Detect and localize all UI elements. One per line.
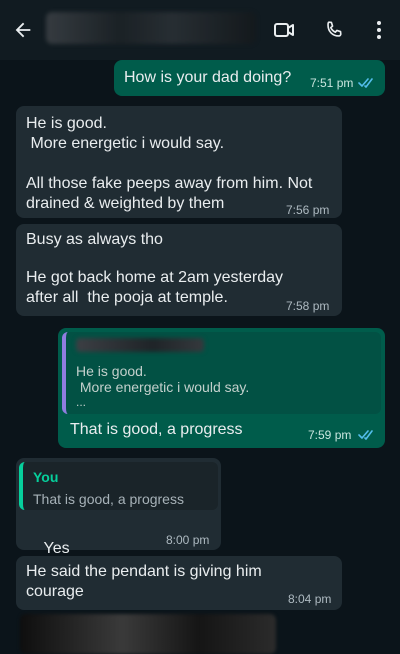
message-text: courage (26, 583, 84, 600)
message-text: More energetic i would say. (26, 135, 225, 152)
video-call-button[interactable] (272, 18, 296, 42)
message-text: That is good, a progress (70, 421, 243, 438)
message-time: 8:00 pm (166, 533, 210, 547)
message-text: after all the pooja at temple. (26, 289, 228, 306)
message-incoming-reply[interactable]: You That is good, a progress Yes definit… (16, 458, 221, 598)
message-outgoing[interactable]: How is your dad doing? 7:51 pm (114, 60, 385, 96)
double-check-icon (358, 78, 373, 88)
contact-name-redacted[interactable] (46, 12, 256, 44)
message-text: He is good. (26, 115, 107, 132)
message-text-before: Yes (43, 540, 70, 557)
double-check-icon (358, 430, 373, 440)
back-button[interactable] (10, 17, 36, 43)
video-camera-icon (274, 23, 294, 37)
message-incoming[interactable]: He is good. More energetic i would say. … (16, 106, 342, 218)
more-options-button[interactable] (367, 18, 391, 42)
message-text: He said the pendant is giving him (26, 563, 262, 580)
message-time: 7:59 pm (308, 428, 352, 442)
message-time: 7:51 pm (310, 76, 354, 90)
quoted-text: More energetic i would say. (76, 379, 250, 395)
quoted-message[interactable]: He is good. More energetic i would say. … (62, 332, 381, 414)
quoted-sender: You (33, 469, 59, 485)
message-incoming[interactable]: He said the pendant is giving him courag… (16, 556, 342, 610)
quoted-text: That is good, a progress (33, 491, 184, 507)
quoted-sender-redacted (76, 338, 204, 352)
phone-icon (327, 21, 342, 37)
quoted-ellipsis: ... (76, 395, 87, 409)
chat-header (0, 0, 400, 60)
image-message-thumbnail[interactable] (20, 614, 276, 654)
message-text: drained & weighted by them (26, 195, 225, 212)
quoted-message[interactable]: You That is good, a progress (19, 462, 218, 510)
message-text: Busy as always tho (26, 231, 163, 248)
more-vertical-icon (377, 21, 381, 39)
arrow-left-icon (15, 22, 31, 38)
message-time: 7:58 pm (286, 299, 330, 313)
message-time: 8:04 pm (288, 592, 332, 606)
message-text: All those fake peeps away from him. Not (26, 175, 313, 192)
voice-call-button[interactable] (322, 18, 346, 42)
message-incoming[interactable]: Busy as always tho He got back home at 2… (16, 224, 342, 316)
message-time: 7:56 pm (286, 203, 330, 217)
message-outgoing-reply[interactable]: He is good. More energetic i would say. … (58, 328, 385, 448)
message-text: He got back home at 2am yesterday (26, 269, 284, 286)
message-text: How is your dad doing? (124, 69, 292, 86)
